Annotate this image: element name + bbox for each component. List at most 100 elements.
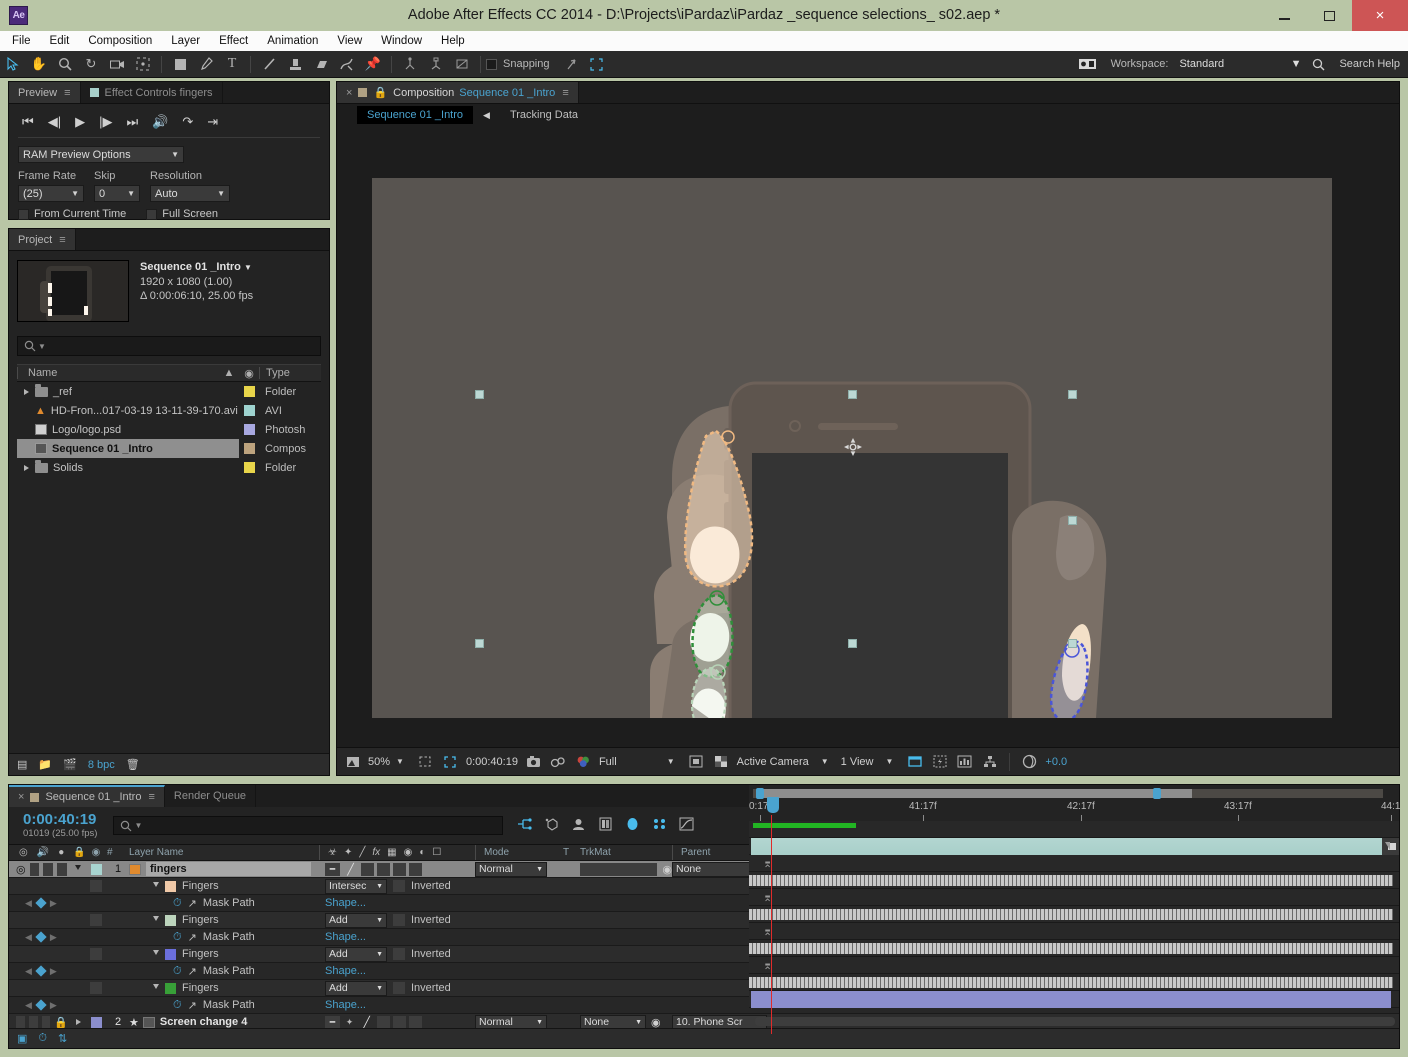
- comp-flowchart-icon[interactable]: [980, 752, 999, 771]
- previous-keyframe-icon[interactable]: ◀: [25, 932, 32, 943]
- column-header-type[interactable]: Type: [259, 367, 321, 379]
- ram-preview-options-dropdown[interactable]: RAM Preview Options ▼: [18, 146, 184, 163]
- project-item-row[interactable]: _ref Folder: [17, 382, 321, 401]
- property-value[interactable]: Shape...: [325, 965, 366, 977]
- mask-color-swatch[interactable]: [165, 880, 176, 892]
- column-header-mode[interactable]: Mode: [475, 845, 563, 860]
- label-color-swatch[interactable]: [243, 405, 255, 416]
- motion-blur-icon[interactable]: [625, 817, 640, 834]
- camera-value[interactable]: Active Camera: [737, 756, 809, 768]
- disclosure-arrow-icon[interactable]: [75, 865, 81, 873]
- timeline-track-row[interactable]: [749, 906, 1399, 923]
- selection-handle-mr[interactable]: [1068, 516, 1077, 525]
- draft-3d-icon[interactable]: [544, 817, 559, 834]
- layer-duration-bar[interactable]: [751, 838, 1391, 855]
- menu-item-file[interactable]: File: [12, 35, 31, 47]
- close-button[interactable]: ×: [1352, 0, 1408, 31]
- mask-mode-dropdown[interactable]: Add ▼: [325, 912, 387, 928]
- zoom-tool-icon[interactable]: [52, 51, 78, 77]
- previous-frame-icon[interactable]: ◀|: [48, 114, 61, 130]
- mask-name[interactable]: Fingers: [182, 982, 219, 994]
- mask-inverted-checkbox[interactable]: [393, 914, 405, 926]
- tab-effect-controls[interactable]: Effect Controls fingers: [80, 82, 223, 103]
- project-search-input[interactable]: ▼: [17, 336, 321, 356]
- search-icon[interactable]: [1305, 51, 1331, 77]
- selection-handle-tr[interactable]: [1068, 390, 1077, 399]
- graph-editor-toggle-icon[interactable]: ⇅: [58, 1032, 67, 1045]
- composition-mini-flowchart-icon[interactable]: [517, 817, 533, 834]
- tab-project[interactable]: Project ≡: [9, 229, 76, 250]
- interpret-footage-icon[interactable]: ▤: [17, 758, 27, 771]
- menu-item-composition[interactable]: Composition: [88, 35, 152, 47]
- region-toggle-icon[interactable]: [687, 752, 706, 771]
- menu-item-help[interactable]: Help: [441, 35, 465, 47]
- disclosure-arrow-icon[interactable]: [76, 1019, 81, 1025]
- keyframe-diamond-icon[interactable]: [35, 999, 47, 1011]
- close-icon[interactable]: ×: [346, 87, 352, 99]
- project-item-row[interactable]: Logo/logo.psd Photosh: [17, 420, 321, 439]
- disclosure-arrow-icon[interactable]: [153, 882, 159, 890]
- view-tab-tracking-data[interactable]: Tracking Data: [500, 106, 588, 124]
- property-value[interactable]: Shape...: [325, 931, 366, 943]
- keyframe-sequence[interactable]: [749, 943, 1393, 954]
- transparency-grid-icon[interactable]: [712, 752, 731, 771]
- layer-name[interactable]: Screen change 4: [160, 1016, 247, 1028]
- stopwatch-icon[interactable]: ⏱: [173, 897, 182, 910]
- selection-handle-bc[interactable]: [848, 639, 857, 648]
- pan-behind-tool-icon[interactable]: [130, 51, 156, 77]
- previous-keyframe-icon[interactable]: ◀: [25, 966, 32, 977]
- always-preview-icon[interactable]: [343, 752, 362, 771]
- loop-icon[interactable]: ↷: [182, 114, 193, 130]
- snapping-checkbox[interactable]: [486, 58, 497, 70]
- disclosure-arrow-icon[interactable]: [23, 388, 29, 395]
- quality-switch-icon[interactable]: ╱: [343, 863, 358, 876]
- label-color-swatch[interactable]: [243, 386, 255, 397]
- work-area-bar[interactable]: [753, 788, 1383, 799]
- property-value[interactable]: Shape...: [325, 897, 366, 909]
- tab-preview[interactable]: Preview ≡: [9, 82, 81, 103]
- selection-handle-bl[interactable]: [475, 639, 484, 648]
- selection-handle-tc[interactable]: [848, 390, 857, 399]
- snap-bounds-icon[interactable]: [584, 51, 610, 77]
- selection-handle-br[interactable]: [1068, 639, 1077, 648]
- timeline-track-row[interactable]: ⌆: [749, 923, 1399, 940]
- column-header-layer-name[interactable]: Layer Name: [129, 845, 319, 860]
- sort-arrow-icon[interactable]: ▲: [219, 367, 239, 379]
- composition-canvas[interactable]: [372, 178, 1332, 718]
- stopwatch-icon[interactable]: ⏱: [173, 965, 182, 978]
- stopwatch-icon[interactable]: ⏱: [173, 931, 182, 944]
- type-tool-icon[interactable]: T: [219, 51, 245, 77]
- eraser-tool-icon[interactable]: [308, 51, 334, 77]
- workspace-toggle-icon[interactable]: [1075, 51, 1101, 77]
- keyframe-navigator[interactable]: ◀ ▶: [25, 999, 57, 1011]
- delete-icon[interactable]: 🗑: [126, 758, 140, 771]
- pixel-aspect-icon[interactable]: [905, 752, 924, 771]
- column-header-t[interactable]: T: [563, 845, 580, 860]
- timeline-search-input[interactable]: ▼: [113, 816, 504, 835]
- label-color-swatch[interactable]: [243, 443, 255, 454]
- mask-inverted-checkbox[interactable]: [393, 880, 405, 892]
- tab-composition[interactable]: × 🔒 Composition Sequence 01 _Intro ≡: [337, 82, 579, 103]
- timeline-layer-bar-row[interactable]: [749, 838, 1399, 855]
- mask-mode-dropdown[interactable]: Add ▼: [325, 980, 387, 996]
- world-axis-icon[interactable]: [423, 51, 449, 77]
- from-current-time-checkbox[interactable]: [18, 208, 29, 220]
- new-composition-icon[interactable]: 🎬: [63, 758, 77, 771]
- hand-tool-icon[interactable]: ✋: [26, 51, 52, 77]
- show-snapshot-icon[interactable]: [549, 752, 568, 771]
- parent-pickwhip-icon[interactable]: ◉: [662, 863, 672, 876]
- next-keyframe-icon[interactable]: ▶: [50, 1000, 57, 1011]
- mask-inverted-checkbox[interactable]: [393, 948, 405, 960]
- work-area-range[interactable]: [762, 789, 1192, 798]
- pen-tool-icon[interactable]: [193, 51, 219, 77]
- workspace-dropdown[interactable]: Standard ▼: [1175, 56, 1306, 72]
- region-of-interest-icon[interactable]: [441, 752, 460, 771]
- menu-item-view[interactable]: View: [337, 35, 362, 47]
- disclosure-arrow-icon[interactable]: [23, 464, 29, 471]
- viewer-timecode[interactable]: 0:00:40:19: [466, 756, 518, 768]
- audio-icon[interactable]: 🔊: [152, 114, 168, 130]
- local-axis-icon[interactable]: [397, 51, 423, 77]
- selection-tool-icon[interactable]: [0, 51, 26, 77]
- frame-rate-dropdown[interactable]: (25) ▼: [18, 185, 84, 202]
- view-tab-sequence[interactable]: Sequence 01 _Intro: [357, 106, 474, 124]
